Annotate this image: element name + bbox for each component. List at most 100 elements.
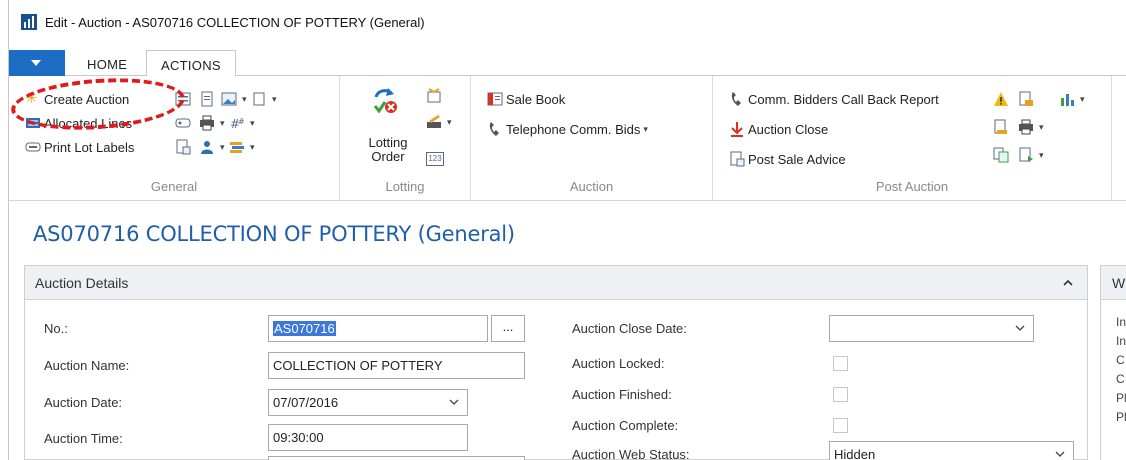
lotting-order-label-1: Lotting xyxy=(368,135,408,150)
warning-icon[interactable] xyxy=(993,91,1009,107)
auction-details-panel: Auction Details No.: AS070716 ... Auctio… xyxy=(24,265,1088,460)
page-title: AS070716 COLLECTION OF POTTERY (General) xyxy=(33,222,515,246)
chevron-down-icon[interactable]: ▾ xyxy=(447,117,452,128)
telephone-comm-bids-button[interactable]: Telephone Comm. Bids ▾ xyxy=(487,118,648,140)
no-field[interactable]: AS070716 xyxy=(268,315,488,342)
report-icon[interactable] xyxy=(175,139,191,155)
document-icon[interactable] xyxy=(199,91,215,107)
group-label-post-auction: Post Auction xyxy=(875,179,949,194)
auction-complete-checkbox[interactable] xyxy=(833,418,848,433)
ribbon-group-auction: Sale Book Telephone Comm. Bids ▾ Auction xyxy=(471,76,713,200)
application-menu-button[interactable] xyxy=(9,50,65,77)
notes-icon[interactable] xyxy=(426,88,442,104)
chevron-down-icon[interactable]: ▾ xyxy=(220,118,225,129)
chevron-down-icon[interactable] xyxy=(449,397,459,407)
auction-close-date-field[interactable] xyxy=(829,315,1034,342)
chart-icon[interactable] xyxy=(1059,91,1075,107)
app-icon xyxy=(21,14,37,30)
lotting-order-button[interactable]: Lotting Order xyxy=(368,136,408,164)
comm-bidders-call-back-report-button[interactable]: Comm. Bidders Call Back Report xyxy=(729,88,939,110)
chevron-down-icon[interactable]: ▾ xyxy=(250,118,255,129)
printer-icon[interactable] xyxy=(199,115,215,131)
chevron-down-icon[interactable]: ▾ xyxy=(1080,94,1085,105)
auction-locked-checkbox[interactable] xyxy=(833,356,848,371)
chevron-up-icon[interactable] xyxy=(1061,276,1075,290)
side-panel-line: In xyxy=(1116,315,1126,329)
counter-icon[interactable]: 123 xyxy=(426,152,444,166)
auction-web-status-label: Auction Web Status: xyxy=(572,447,690,460)
auction-close-button[interactable]: Auction Close xyxy=(729,118,828,140)
auction-name-value: COLLECTION OF POTTERY xyxy=(273,358,443,373)
person-icon[interactable] xyxy=(199,139,215,155)
auction-details-title: Auction Details xyxy=(35,275,129,291)
auction-finished-checkbox[interactable] xyxy=(833,387,848,402)
auction-name-label: Auction Name: xyxy=(44,358,130,373)
chevron-down-icon[interactable]: ▾ xyxy=(272,94,277,105)
auction-locked-label: Auction Locked: xyxy=(572,356,665,371)
sale-book-label: Sale Book xyxy=(506,91,566,107)
ribbon-group-post-auction: Comm. Bidders Call Back Report Auction C… xyxy=(713,76,1112,200)
side-panel-line: C xyxy=(1116,372,1125,386)
lotting-order-label-2: Order xyxy=(371,149,405,164)
no-label: No.: xyxy=(44,321,68,336)
label-icon xyxy=(25,139,41,155)
auction-close-date-label: Auction Close Date: xyxy=(572,321,687,336)
auction-finished-label: Auction Finished: xyxy=(572,387,672,402)
tab-actions[interactable]: ACTIONS xyxy=(146,50,236,78)
telephone-comm-bids-label: Telephone Comm. Bids xyxy=(506,121,641,137)
phone-icon xyxy=(729,91,745,107)
numbering-icon[interactable]: ## xyxy=(229,115,245,131)
auction-date-field[interactable]: 07/07/2016 xyxy=(268,389,468,416)
download-arrow-icon xyxy=(729,121,745,137)
chevron-down-icon[interactable] xyxy=(1055,449,1065,459)
report-mail-icon[interactable] xyxy=(1018,91,1034,107)
ribbon-tab-row: HOME ACTIONS xyxy=(9,48,1126,78)
print-lot-labels-button[interactable]: Print Lot Labels xyxy=(25,136,134,158)
blank-page-icon[interactable] xyxy=(251,91,267,107)
chevron-down-icon[interactable]: ▾ xyxy=(242,94,247,105)
book-icon xyxy=(487,91,503,107)
group-label-auction: Auction xyxy=(569,179,614,194)
side-panel-line: Pl xyxy=(1116,391,1126,405)
chevron-down-icon[interactable] xyxy=(1015,323,1025,333)
auction-close-label: Auction Close xyxy=(748,121,829,137)
post-sale-advice-label: Post Sale Advice xyxy=(748,151,846,167)
image-icon[interactable] xyxy=(221,91,237,107)
sale-book-button[interactable]: Sale Book xyxy=(487,88,565,110)
chevron-down-icon[interactable]: ▾ xyxy=(1039,150,1044,161)
side-panel-header[interactable]: W xyxy=(1101,266,1126,300)
side-panel-line: In xyxy=(1116,334,1126,348)
dropdown-arrow-icon xyxy=(31,60,41,66)
title-bar: Edit - Auction - AS070716 COLLECTION OF … xyxy=(9,0,1126,48)
tab-home[interactable]: HOME xyxy=(73,50,141,77)
print-lot-labels-label: Print Lot Labels xyxy=(44,139,135,155)
printer-icon[interactable] xyxy=(1018,119,1034,135)
no-field-value: AS070716 xyxy=(273,321,336,336)
lookup-button[interactable]: ... xyxy=(491,315,525,342)
phone-icon xyxy=(487,121,503,137)
auction-details-header[interactable]: Auction Details xyxy=(25,266,1087,300)
auction-time-value: 09:30:00 xyxy=(273,430,324,445)
side-panel-partial: W In In C C Pl Pl xyxy=(1100,265,1126,460)
export-icon[interactable] xyxy=(993,119,1009,135)
lotting-order-icon xyxy=(373,88,397,114)
next-field-partial[interactable] xyxy=(268,456,525,460)
auction-web-status-value: Hidden xyxy=(834,447,876,460)
auction-time-field[interactable]: 09:30:00 xyxy=(268,424,468,451)
side-panel-line: C xyxy=(1116,353,1125,367)
send-page-icon[interactable] xyxy=(1018,147,1034,163)
auction-web-status-select[interactable]: Hidden xyxy=(829,441,1074,460)
auction-name-field[interactable]: COLLECTION OF POTTERY xyxy=(268,352,525,379)
group-label-lotting: Lotting xyxy=(385,179,425,194)
auction-time-label: Auction Time: xyxy=(44,431,123,446)
chevron-down-icon[interactable]: ▾ xyxy=(250,142,255,153)
post-sale-advice-button[interactable]: Post Sale Advice xyxy=(729,148,846,170)
chevron-down-icon[interactable]: ▾ xyxy=(220,142,225,153)
window-title: Edit - Auction - AS070716 COLLECTION OF … xyxy=(45,15,425,30)
chevron-down-icon[interactable]: ▾ xyxy=(1039,122,1044,133)
comm-bidders-call-back-report-label: Comm. Bidders Call Back Report xyxy=(748,91,939,107)
copy-report-icon[interactable] xyxy=(993,147,1009,163)
edit-icon[interactable] xyxy=(426,114,442,130)
stack-icon[interactable] xyxy=(229,139,245,155)
card-icon[interactable] xyxy=(175,115,191,131)
